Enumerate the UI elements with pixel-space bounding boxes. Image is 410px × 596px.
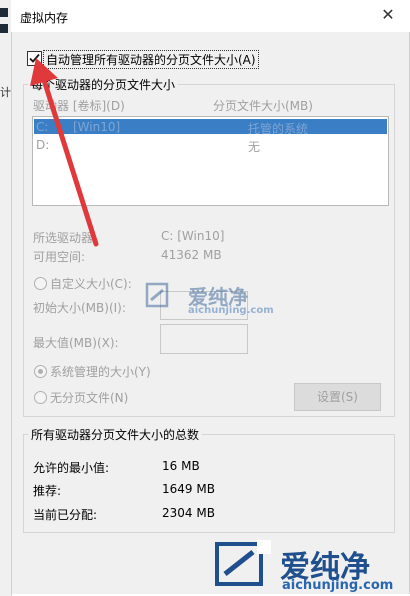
annotation-arrow-icon (30, 58, 99, 247)
